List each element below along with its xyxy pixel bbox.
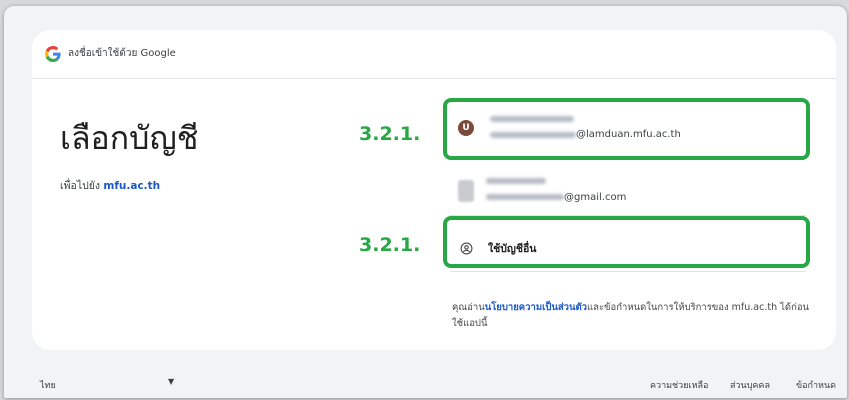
account-name-redacted <box>486 178 546 184</box>
header-title: ลงชื่อเข้าใช้ด้วย Google <box>68 48 176 59</box>
avatar-redacted <box>458 180 474 202</box>
browser-frame: ลงชื่อเข้าใช้ด้วย Google เลือกบัญชี เพื่… <box>4 6 847 398</box>
footer: ไทย ▼ ความช่วยเหลือ ส่วนบุคคล ข้อกำหนด <box>4 366 847 398</box>
language-select[interactable]: ไทย <box>40 378 56 392</box>
signin-card: ลงชื่อเข้าใช้ด้วย Google เลือกบัญชี เพื่… <box>32 30 836 350</box>
subtitle: เพื่อไปยัง mfu.ac.th <box>60 178 160 194</box>
privacy-policy-link[interactable]: นโยบายความเป็นส่วนตัว <box>485 302 587 313</box>
privacy-notice: คุณอ่านนโยบายความเป็นส่วนตัวและข้อกำหนดใ… <box>452 300 814 332</box>
highlight-box-account <box>443 98 810 160</box>
step-label-1: 3.2.1. <box>359 123 421 145</box>
privacy-prefix: คุณอ่าน <box>452 302 485 313</box>
google-logo-icon <box>45 46 61 62</box>
privacy-link[interactable]: ส่วนบุคคล <box>730 378 770 392</box>
account-email-domain: @gmail.com <box>564 192 627 203</box>
highlight-box-other-account <box>443 216 810 268</box>
destination-link[interactable]: mfu.ac.th <box>103 180 160 192</box>
subtitle-prefix: เพื่อไปยัง <box>60 180 101 192</box>
terms-link[interactable]: ข้อกำหนด <box>796 378 836 392</box>
step-label-2: 3.2.1. <box>359 234 421 256</box>
help-link[interactable]: ความช่วยเหลือ <box>650 378 708 392</box>
account-item-gmail[interactable]: @gmail.com <box>450 164 806 216</box>
dropdown-caret-icon[interactable]: ▼ <box>168 377 174 386</box>
page-title: เลือกบัญชี <box>60 119 199 157</box>
account-email-redacted <box>486 194 564 200</box>
card-header: ลงชื่อเข้าใช้ด้วย Google <box>32 30 836 79</box>
